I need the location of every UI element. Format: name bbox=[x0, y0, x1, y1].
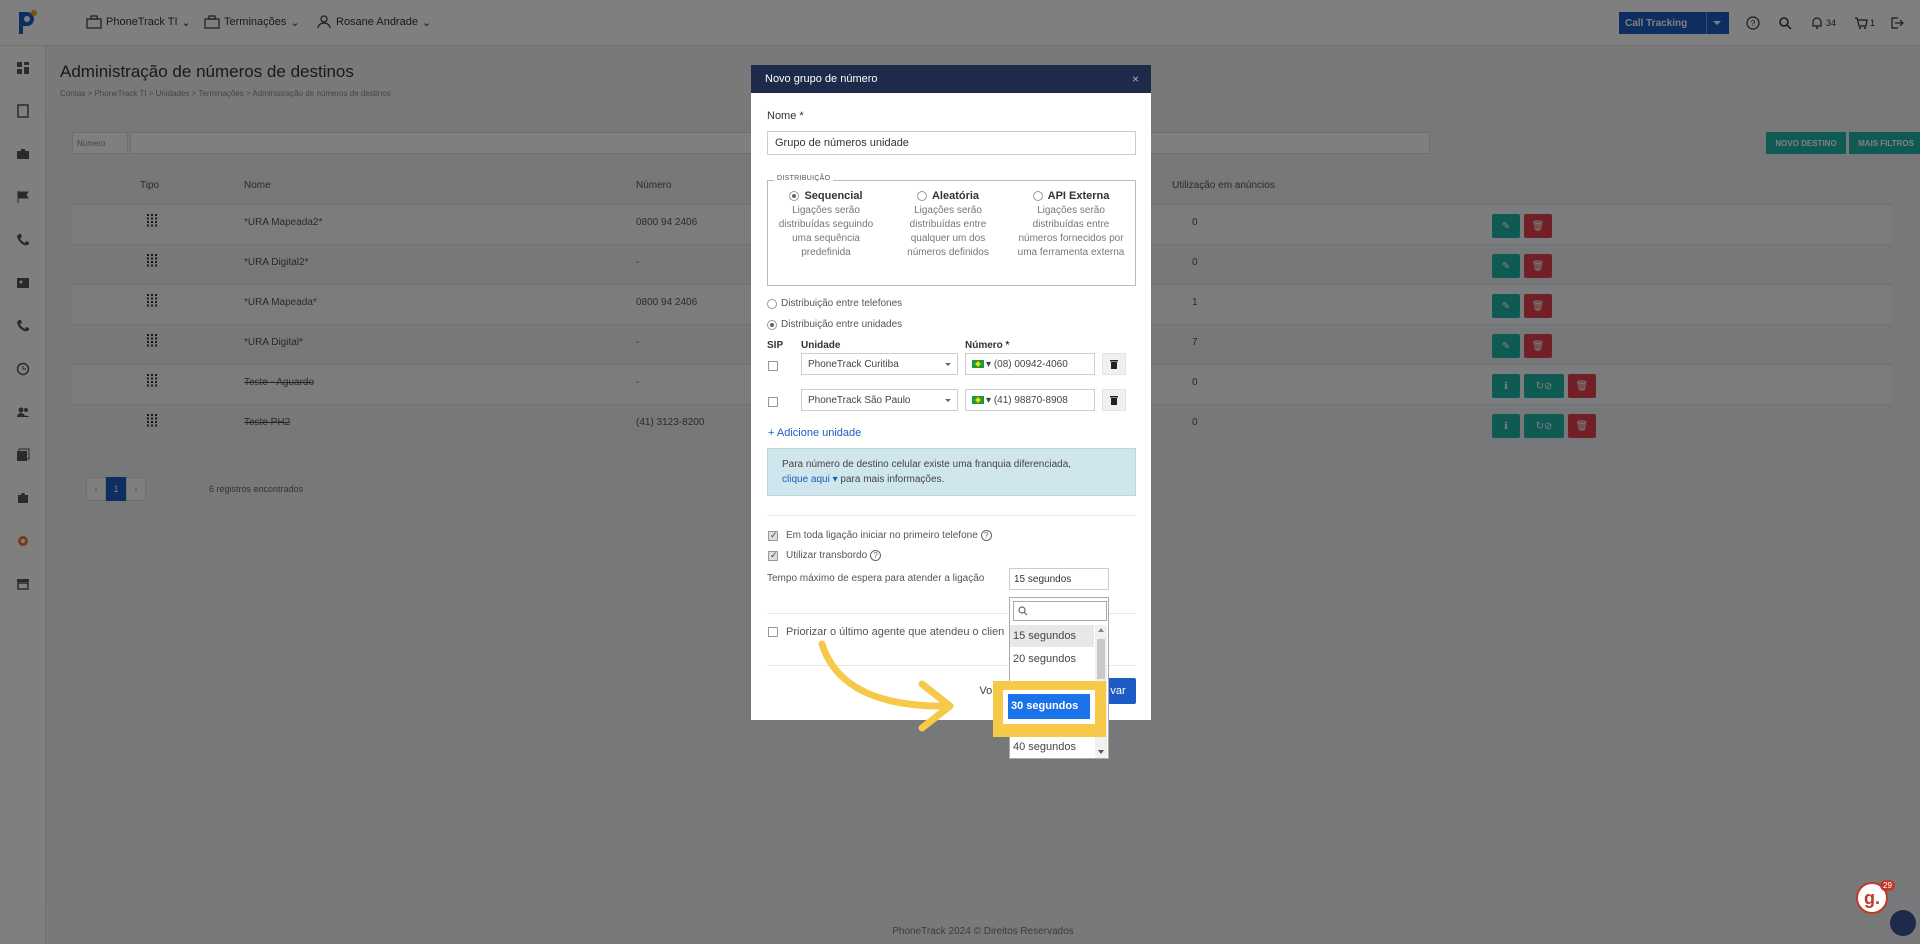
unit-select-2[interactable]: PhoneTrack São Paulo bbox=[801, 389, 958, 411]
first-phone-label: Em toda ligação iniciar no primeiro tele… bbox=[786, 530, 978, 541]
tutorial-arrow-icon bbox=[818, 640, 954, 732]
col-unidade: Unidade bbox=[801, 340, 841, 351]
priority-agent-checkbox[interactable] bbox=[768, 627, 778, 637]
option-20s[interactable]: 20 segundos bbox=[1010, 648, 1094, 670]
radio-dist-phones[interactable] bbox=[767, 298, 777, 309]
distribution-group: DISTRIBUIÇÃO Sequencial Ligações serão d… bbox=[767, 175, 1136, 286]
sip-checkbox-2[interactable] bbox=[768, 397, 778, 407]
col-numero: Número * bbox=[965, 340, 1010, 351]
col-sip: SIP bbox=[767, 340, 784, 351]
phone-input-1-value: (08) 00942-4060 bbox=[993, 359, 1068, 370]
add-unit-link[interactable]: + Adicione unidade bbox=[768, 427, 861, 439]
remove-unit-1-button[interactable] bbox=[1102, 353, 1126, 375]
dropdown-search-input[interactable] bbox=[1013, 601, 1107, 621]
phone-input-1[interactable]: ▾ (08) 00942-4060 bbox=[965, 353, 1095, 375]
unit-select-1[interactable]: PhoneTrack Curitiba bbox=[801, 353, 958, 375]
modal-header: Novo grupo de número × bbox=[751, 65, 1151, 93]
distribution-api-desc: Ligações serão distribuídas entre número… bbox=[1017, 205, 1125, 258]
distribution-random-title: Aleatória bbox=[931, 190, 980, 202]
phone-input-2[interactable]: ▾ (41) 98870-8908 bbox=[965, 389, 1095, 411]
distribution-sequential-title: Sequencial bbox=[804, 190, 863, 202]
unit-select-1-value: PhoneTrack Curitiba bbox=[808, 359, 899, 370]
overflow-option: Utilizar transbordo? bbox=[786, 550, 882, 561]
remove-unit-2-button[interactable] bbox=[1102, 389, 1126, 411]
scroll-down-icon[interactable] bbox=[1098, 750, 1104, 754]
trash-icon bbox=[1110, 395, 1118, 405]
brazil-flag-icon bbox=[972, 360, 984, 369]
caret-down-icon: ▾ bbox=[832, 474, 838, 485]
distribution-random-desc: Ligações serão distribuídas entre qualqu… bbox=[907, 205, 989, 258]
option-30s[interactable]: 30 segundos bbox=[1008, 694, 1090, 719]
distribution-random[interactable]: Aleatória Ligações serão distribuídas en… bbox=[893, 190, 1003, 260]
distribution-api-title: API Externa bbox=[1047, 190, 1110, 202]
distribution-legend: DISTRIBUIÇÃO bbox=[774, 175, 834, 182]
scroll-up-icon[interactable] bbox=[1098, 628, 1104, 632]
distribution-sequential-desc: Ligações serão distribuídas seguindo uma… bbox=[778, 205, 874, 258]
max-wait-select[interactable]: 15 segundos bbox=[1009, 568, 1109, 590]
modal-title: Novo grupo de número bbox=[765, 73, 878, 85]
dist-phones-label: Distribuição entre telefones bbox=[781, 298, 903, 309]
distribution-api[interactable]: API Externa Ligações serão distribuídas … bbox=[1016, 190, 1126, 260]
unit-select-2-value: PhoneTrack São Paulo bbox=[808, 395, 911, 406]
first-phone-checkbox[interactable] bbox=[768, 530, 778, 541]
radio-sequential[interactable] bbox=[789, 191, 800, 201]
info-link[interactable]: clique aqui bbox=[782, 474, 830, 485]
option-40s[interactable]: 40 segundos bbox=[1010, 736, 1094, 758]
phone-input-2-value: (41) 98870-8908 bbox=[993, 395, 1068, 406]
trash-icon bbox=[1110, 359, 1118, 369]
overflow-checkbox[interactable] bbox=[768, 550, 778, 561]
sip-checkbox-1[interactable] bbox=[768, 361, 778, 371]
support-chat-button[interactable] bbox=[1890, 910, 1916, 936]
max-wait-label: Tempo máximo de espera para atender a li… bbox=[767, 573, 985, 584]
info-text: Para número de destino celular existe um… bbox=[782, 459, 1072, 470]
radio-random[interactable] bbox=[916, 191, 927, 201]
brazil-flag-icon bbox=[972, 396, 984, 405]
info-text-2: para mais informações. bbox=[840, 474, 945, 485]
name-label: Nome * bbox=[767, 110, 804, 122]
radio-dist-units[interactable] bbox=[767, 319, 777, 330]
option-15s[interactable]: 15 segundos bbox=[1010, 625, 1094, 647]
search-icon bbox=[1018, 606, 1028, 616]
radio-api[interactable] bbox=[1032, 191, 1043, 201]
dist-phones-option[interactable]: Distribuição entre telefones bbox=[767, 298, 902, 309]
help-icon[interactable]: ? bbox=[980, 530, 992, 541]
close-icon[interactable]: × bbox=[1132, 72, 1139, 86]
dist-units-option[interactable]: Distribuição entre unidades bbox=[767, 319, 902, 330]
overflow-label: Utilizar transbordo bbox=[786, 550, 868, 561]
distribution-sequential[interactable]: Sequencial Ligações serão distribuídas s… bbox=[771, 190, 881, 260]
dist-units-label: Distribuição entre unidades bbox=[781, 319, 903, 330]
help-icon[interactable]: ? bbox=[870, 550, 882, 561]
guide-widget-count: 29 bbox=[1880, 880, 1895, 891]
first-phone-option: Em toda ligação iniciar no primeiro tele… bbox=[786, 530, 992, 541]
info-box: Para número de destino celular existe um… bbox=[767, 448, 1136, 496]
name-input[interactable]: Grupo de números unidade bbox=[767, 131, 1136, 155]
